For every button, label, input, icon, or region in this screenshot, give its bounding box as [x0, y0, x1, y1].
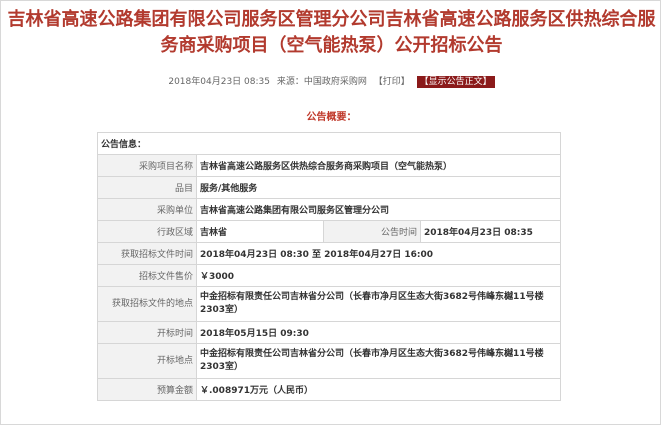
row-label: 开标时间: [97, 321, 197, 344]
row-value: 吉林省: [196, 220, 324, 243]
meta-line: 2018年04月23日 08:35 来源：中国政府采购网 【打印】 【显示公告正…: [0, 74, 663, 88]
row-value: 吉林省高速公路服务区供热综合服务商采购项目（空气能热泵）: [196, 154, 561, 177]
summary-title: 公告概要：: [306, 112, 357, 123]
row-label: 预算金额: [97, 378, 197, 401]
row-value: ￥3000: [196, 264, 561, 287]
table-row: 品目 服务/其他服务: [97, 176, 561, 199]
row-value: 吉林省高速公路集团有限公司服务区管理分公司: [196, 198, 561, 221]
row-label: 采购单位: [97, 198, 197, 221]
row-value: ￥.008971万元（人民币）: [196, 378, 561, 401]
row-value-2: 2018年04月23日 08:35: [420, 220, 561, 243]
row-label: 招标文件售价: [97, 264, 197, 287]
table-row: 招标文件售价 ￥3000: [97, 264, 561, 287]
row-label-2: 公告时间: [323, 220, 421, 243]
table-row: 获取招标文件时间 2018年04月23日 08:30 至 2018年04月27日…: [97, 242, 561, 265]
row-label: 获取招标文件的地点: [97, 286, 197, 322]
row-value: 2018年04月23日 08:30 至 2018年04月27日 16:00: [196, 242, 561, 265]
info-section-label: 公告信息：: [97, 132, 561, 155]
row-value: 中金招标有限责任公司吉林省分公司（长春市净月区生态大街3682号伟峰东樾11号楼…: [196, 343, 561, 379]
row-value: 服务/其他服务: [196, 176, 561, 199]
row-label: 采购项目名称: [97, 154, 197, 177]
table-row: 开标地点 中金招标有限责任公司吉林省分公司（长春市净月区生态大街3682号伟峰东…: [97, 343, 561, 379]
row-label: 行政区域: [97, 220, 197, 243]
table-row: 开标时间 2018年05月15日 09:30: [97, 321, 561, 344]
info-table: 公告信息： 采购项目名称 吉林省高速公路服务区供热综合服务商采购项目（空气能热泵…: [97, 132, 561, 401]
print-link[interactable]: 【打印】: [374, 77, 410, 87]
table-row: 采购项目名称 吉林省高速公路服务区供热综合服务商采购项目（空气能热泵）: [97, 154, 561, 177]
row-label: 获取招标文件时间: [97, 242, 197, 265]
page-title: 吉林省高速公路集团有限公司服务区管理分公司吉林省高速公路服务区供热综合服务商采购…: [7, 9, 656, 56]
show-original-button[interactable]: 【显示公告正文】: [416, 76, 495, 88]
row-label: 品目: [97, 176, 197, 199]
publish-datetime: 2018年04月23日 08:35: [168, 77, 270, 87]
table-row: 采购单位 吉林省高速公路集团有限公司服务区管理分公司: [97, 198, 561, 221]
row-label: 开标地点: [97, 343, 197, 379]
row-value: 2018年05月15日 09:30: [196, 321, 561, 344]
source-label: 来源：中国政府采购网: [276, 77, 367, 87]
table-row: 行政区域 吉林省 公告时间 2018年04月23日 08:35: [97, 220, 561, 243]
table-row: 预算金额 ￥.008971万元（人民币）: [97, 378, 561, 401]
table-row: 获取招标文件的地点 中金招标有限责任公司吉林省分公司（长春市净月区生态大街368…: [97, 286, 561, 322]
row-value: 中金招标有限责任公司吉林省分公司（长春市净月区生态大街3682号伟峰东樾11号楼…: [196, 286, 561, 322]
info-header-row: 公告信息：: [97, 132, 561, 155]
